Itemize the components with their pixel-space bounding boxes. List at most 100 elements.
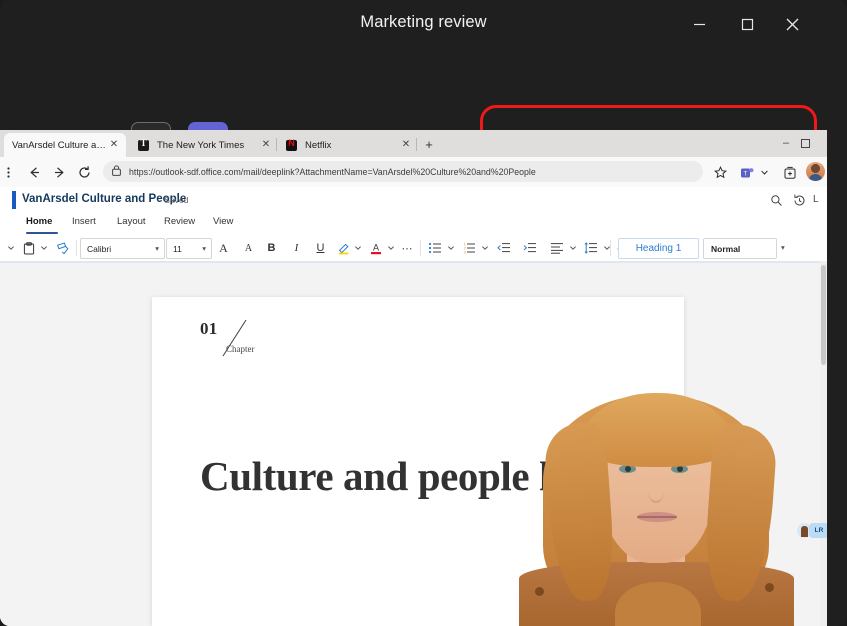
shrink-font-button[interactable]: A: [240, 239, 257, 257]
ribbon-toolbar: Calibri ▾ 11 ▾ A A B I U: [0, 235, 827, 262]
presence-badge[interactable]: LR: [809, 523, 827, 538]
svg-text:3: 3: [464, 249, 467, 254]
maximize-button[interactable]: [730, 8, 764, 40]
bullets-chevron-icon[interactable]: [446, 239, 456, 257]
undo-chevron-icon[interactable]: [6, 239, 16, 257]
favorites-star-icon[interactable]: [711, 163, 730, 182]
teams-icon[interactable]: T: [738, 163, 755, 182]
ribbon-separator: [76, 240, 77, 256]
styles-chevron-icon[interactable]: ▾: [781, 243, 785, 252]
window-title-bar: Marketing review: [0, 0, 847, 48]
grow-font-button[interactable]: A: [215, 239, 232, 257]
browser-tab-1[interactable]: The New York Times ✕: [130, 133, 278, 157]
browser-tab-strip: VanArsdel Culture and peo... ✕ The New Y…: [0, 130, 827, 157]
browser-tab-0-title: VanArsdel Culture and peo...: [12, 140, 106, 151]
highlight-chevron-icon[interactable]: [353, 239, 363, 257]
clipboard-icon[interactable]: [22, 239, 36, 257]
collections-icon[interactable]: [780, 163, 799, 182]
presence-indicators: LR: [797, 523, 827, 538]
decrease-indent-icon[interactable]: [496, 239, 512, 257]
share-controls-bar: Position: Size:: [0, 48, 847, 130]
font-name-dropdown[interactable]: Calibri ▾: [80, 238, 165, 259]
ribbon-tab-bar: Home Insert Layout Review View: [0, 213, 827, 236]
font-overflow-button[interactable]: ⋯: [399, 239, 415, 257]
font-size-value: 11: [173, 244, 182, 254]
browser-maximize-button[interactable]: [801, 139, 810, 148]
chevron-down-icon: ▾: [202, 244, 206, 253]
browser-tab-1-title: The New York Times: [157, 140, 258, 151]
back-icon[interactable]: [26, 164, 43, 181]
search-icon[interactable]: [768, 192, 784, 208]
style-normal-value: Normal: [711, 244, 740, 254]
browser-tab-2-close-icon[interactable]: ✕: [398, 140, 414, 150]
highlight-color-icon[interactable]: [336, 239, 352, 257]
browser-tab-2-title: Netflix: [305, 140, 398, 151]
chapter-label: Chapter: [226, 344, 255, 354]
meeting-window: Marketing review Position: Size:: [0, 0, 847, 626]
style-normal-dropdown[interactable]: Normal: [703, 238, 777, 259]
svg-text:T: T: [743, 170, 747, 177]
save-state-label: - Saved: [159, 195, 188, 205]
clipboard-chevron-icon[interactable]: [39, 239, 49, 257]
format-painter-icon[interactable]: [55, 239, 71, 257]
participant-pupil-right: [677, 466, 683, 472]
tab-divider: [276, 138, 277, 151]
underline-button[interactable]: U: [312, 239, 329, 257]
reload-icon[interactable]: [76, 164, 93, 181]
bullets-icon[interactable]: [427, 239, 443, 257]
word-logo: [12, 191, 16, 209]
word-app-header: VanArsdel Culture and People - Saved L: [0, 187, 827, 213]
chapter-number: 01: [200, 319, 218, 339]
minimize-button[interactable]: [682, 8, 716, 40]
lock-icon: [112, 163, 123, 181]
svg-text:A: A: [373, 242, 379, 252]
font-color-icon[interactable]: A: [368, 239, 384, 257]
forward-icon[interactable]: [51, 164, 68, 181]
nyt-favicon: [138, 140, 149, 151]
numbering-icon[interactable]: 123: [461, 239, 477, 257]
ribbon-separator: [420, 240, 421, 256]
browser-tab-0-close-icon[interactable]: ✕: [106, 140, 122, 150]
font-color-chevron-icon[interactable]: [386, 239, 396, 257]
participant-mouth-line: [637, 516, 677, 518]
ribbon-tab-review[interactable]: Review: [164, 216, 195, 234]
ribbon-tab-active-underline: [26, 232, 58, 234]
font-name-value: Calibri: [87, 244, 111, 254]
align-chevron-icon[interactable]: [568, 239, 578, 257]
tab-divider: [416, 138, 417, 151]
font-size-dropdown[interactable]: 11 ▾: [166, 238, 212, 259]
participant-shirt-button-left: [535, 587, 544, 596]
netflix-favicon: [286, 140, 297, 151]
address-bar-url: https://outlook-sdf.office.com/mail/deep…: [129, 167, 536, 177]
increase-indent-icon[interactable]: [522, 239, 538, 257]
browser-nav-bar: https://outlook-sdf.office.com/mail/deep…: [0, 157, 827, 187]
window-title: Marketing review: [0, 13, 847, 32]
numbering-chevron-icon[interactable]: [480, 239, 490, 257]
chevron-down-icon[interactable]: [758, 163, 770, 182]
browser-menu-icon[interactable]: [0, 164, 17, 181]
version-history-icon[interactable]: [791, 192, 807, 208]
line-spacing-icon[interactable]: [583, 239, 599, 257]
new-tab-button[interactable]: +: [421, 137, 437, 153]
browser-tab-0[interactable]: VanArsdel Culture and peo... ✕: [4, 133, 126, 157]
header-overflow-label: L: [813, 194, 819, 205]
italic-button[interactable]: I: [288, 239, 305, 257]
participant-pupil-left: [625, 466, 631, 472]
bold-button[interactable]: B: [263, 239, 280, 257]
document-scrollbar-thumb[interactable]: [821, 265, 826, 365]
participant-shirt-button-right: [765, 583, 774, 592]
profile-avatar[interactable]: [806, 162, 825, 181]
ribbon-tab-view[interactable]: View: [213, 216, 233, 234]
style-heading-1-button[interactable]: Heading 1: [618, 238, 699, 259]
close-button[interactable]: [775, 8, 809, 40]
participant-nose: [648, 479, 664, 503]
browser-tab-1-close-icon[interactable]: ✕: [258, 140, 274, 150]
browser-minimize-button[interactable]: –: [779, 137, 793, 151]
video-participant-overlay[interactable]: [519, 373, 794, 626]
browser-tab-2[interactable]: Netflix ✕: [278, 133, 418, 157]
address-bar[interactable]: https://outlook-sdf.office.com/mail/deep…: [103, 161, 703, 182]
chevron-down-icon: ▾: [155, 244, 159, 253]
ribbon-tab-layout[interactable]: Layout: [117, 216, 146, 234]
ribbon-tab-insert[interactable]: Insert: [72, 216, 96, 234]
align-icon[interactable]: [549, 239, 565, 257]
